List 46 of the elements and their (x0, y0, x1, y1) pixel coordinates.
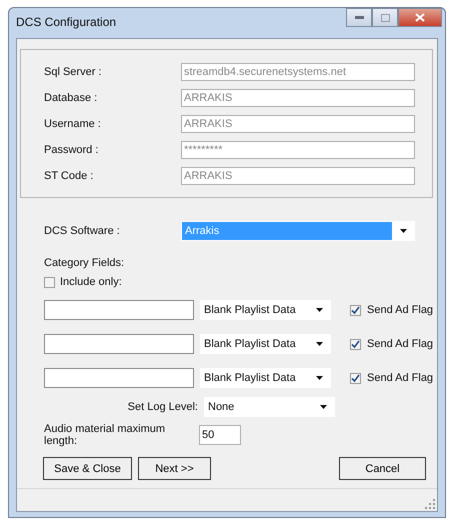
input-field[interactable] (44, 300, 194, 320)
checkbox[interactable] (350, 372, 361, 384)
field-label: DCS Software : (44, 225, 121, 237)
log-level-dropdown[interactable]: None (204, 397, 335, 417)
close-icon (415, 13, 425, 22)
checkbox-label: Send Ad Flag (367, 304, 434, 316)
dialog-button[interactable]: Next >> (138, 457, 211, 480)
field-label: Sql Server : (44, 66, 102, 78)
dialog-button[interactable]: Save & Close (43, 457, 132, 480)
category-dropdown[interactable]: Blank Playlist Data (200, 368, 331, 388)
field-label: ST Code : (44, 170, 94, 182)
resize-grip-icon (425, 499, 435, 509)
checkbox-label: Send Ad Flag (367, 372, 434, 384)
caret-icon (316, 308, 323, 312)
checkbox[interactable] (350, 338, 361, 350)
window-title: DCS Configuration (16, 15, 116, 29)
field-label: Set Log Level: (126, 401, 198, 413)
category-dropdown[interactable]: Blank Playlist Data (200, 334, 331, 354)
field-label: Audio material maximum length: (44, 423, 166, 447)
field-label: Username : (44, 118, 102, 130)
input-field[interactable]: ********* (181, 141, 415, 159)
minimize-icon (354, 16, 364, 19)
section-label: Category Fields: (44, 257, 126, 269)
field-label: Database : (44, 92, 98, 104)
input-field[interactable]: streamdb4.securenetsystems.net (181, 63, 415, 81)
input-field[interactable]: 50 (199, 425, 241, 445)
checkbox-label: Send Ad Flag (367, 338, 434, 350)
close-button[interactable] (398, 8, 442, 27)
caret-icon (320, 405, 327, 409)
caret-icon (316, 342, 323, 346)
category-dropdown[interactable]: Blank Playlist Data (200, 300, 331, 320)
caret-icon (400, 229, 407, 233)
checkbox[interactable] (44, 276, 55, 288)
maximize-icon (380, 14, 390, 22)
dialog-button[interactable]: Cancel (339, 457, 426, 480)
input-field[interactable] (44, 368, 194, 388)
field-label: Password : (44, 144, 100, 156)
maximize-button[interactable] (372, 8, 398, 27)
caret-icon (316, 376, 323, 380)
input-field[interactable]: ARRAKIS (181, 167, 415, 185)
checkbox-label: Include only: (60, 276, 122, 288)
checkbox[interactable] (350, 304, 361, 316)
input-field[interactable]: ARRAKIS (181, 115, 415, 133)
minimize-button[interactable] (346, 8, 372, 27)
input-field[interactable]: ARRAKIS (181, 89, 415, 107)
input-field[interactable] (44, 334, 194, 354)
